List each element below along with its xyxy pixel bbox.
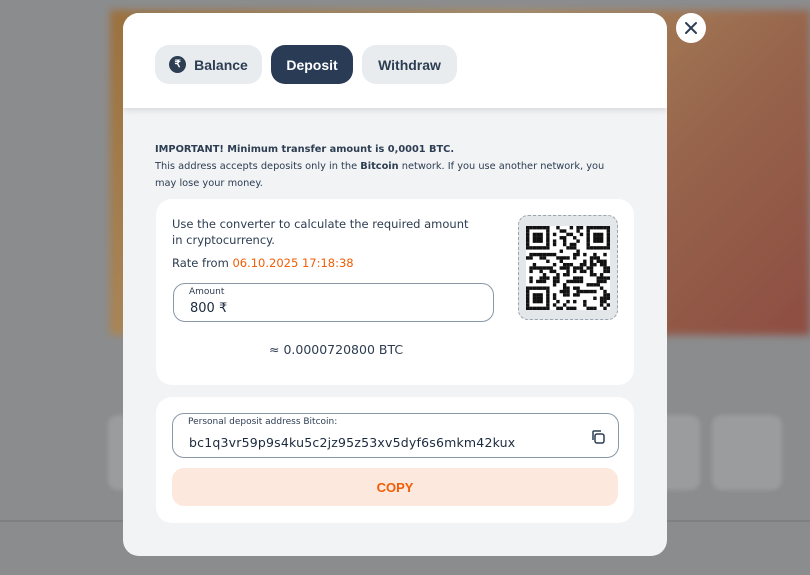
modal-header: ₹ Balance Deposit Withdraw bbox=[123, 13, 667, 108]
deposit-address[interactable]: bc1q3vr59p9s4ku5c2jz95z53xv5dyf6s6mkm42k… bbox=[189, 435, 515, 450]
tab-balance[interactable]: ₹ Balance bbox=[155, 45, 262, 84]
amount-input[interactable] bbox=[190, 301, 470, 316]
close-button[interactable] bbox=[676, 13, 706, 43]
address-label: Personal deposit address Bitcoin: bbox=[188, 417, 338, 427]
close-icon bbox=[685, 22, 697, 34]
rupee-icon: ₹ bbox=[169, 56, 187, 73]
converter-card: Use the converter to calculate the requi… bbox=[156, 199, 634, 385]
network-warning-prefix: This address accepts deposits only in th… bbox=[155, 161, 361, 172]
tab-withdraw[interactable]: Withdraw bbox=[362, 45, 457, 84]
copy-icon[interactable] bbox=[590, 429, 606, 445]
amount-label: Amount bbox=[189, 287, 225, 297]
tab-withdraw-label: Withdraw bbox=[378, 56, 441, 73]
converter-description: Use the converter to calculate the requi… bbox=[172, 217, 469, 247]
minimum-transfer-notice: IMPORTANT! Minimum transfer amount is 0,… bbox=[155, 144, 455, 155]
network-warning: This address accepts deposits only in th… bbox=[155, 158, 625, 192]
rate-date: 06.10.2025 17:18:38 bbox=[232, 256, 354, 270]
converted-amount: ≈ 0.0000720800 BTC bbox=[269, 342, 404, 357]
background-card bbox=[712, 415, 782, 490]
address-card: Personal deposit address Bitcoin: bc1q3v… bbox=[156, 397, 634, 523]
deposit-address-field[interactable]: Personal deposit address Bitcoin: bc1q3v… bbox=[172, 413, 619, 458]
qr-code-container[interactable] bbox=[518, 215, 618, 320]
qr-code bbox=[526, 225, 610, 310]
network-name: Bitcoin bbox=[360, 161, 399, 172]
tab-balance-label: Balance bbox=[194, 56, 248, 73]
deposit-modal: ₹ Balance Deposit Withdraw IMPORTANT! Mi… bbox=[123, 13, 667, 556]
tab-deposit-label: Deposit bbox=[286, 56, 338, 73]
tab-deposit[interactable]: Deposit bbox=[271, 45, 353, 84]
deposit-notice: IMPORTANT! Minimum transfer amount is 0,… bbox=[155, 141, 625, 192]
amount-field[interactable]: Amount bbox=[173, 283, 494, 322]
copy-address-button[interactable]: COPY bbox=[172, 468, 618, 506]
rate-label: Rate from bbox=[172, 256, 233, 270]
rate-info: Rate from 06.10.2025 17:18:38 bbox=[172, 256, 354, 270]
